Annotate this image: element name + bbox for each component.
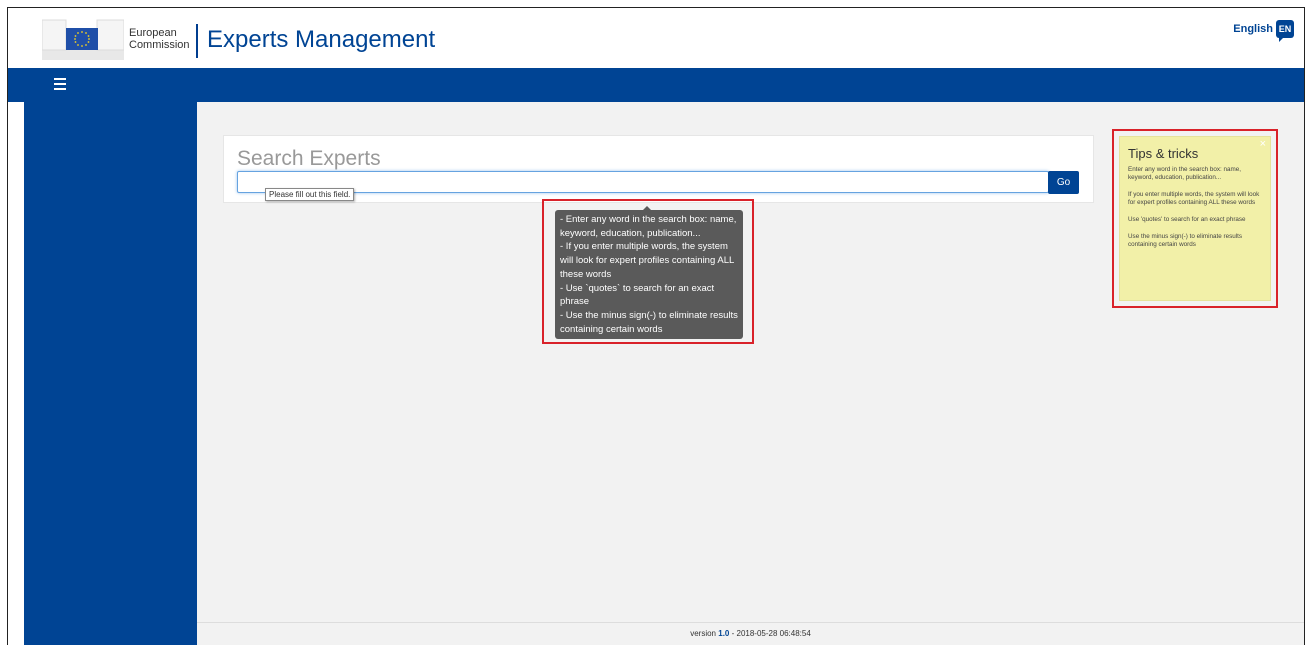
language-selector[interactable]: English EN [1233, 20, 1294, 42]
organisation-name: European Commission [129, 27, 190, 51]
language-label[interactable]: English [1233, 23, 1273, 35]
tips-item: Enter any word in the search box: name, … [1128, 166, 1242, 181]
european-commission-logo-icon [42, 19, 124, 60]
logo-line-2: Commission [129, 39, 190, 51]
search-title: Search Experts [237, 147, 381, 170]
search-help-tooltip: - Enter any word in the search box: name… [555, 205, 743, 340]
tooltip-line: - Use `quotes` to search for an exact ph… [560, 282, 715, 308]
footer-prefix: version [690, 629, 717, 638]
validation-tooltip: Please fill out this field. [265, 188, 355, 201]
tips-panel: × Tips & tricks Enter any word in the se… [1119, 136, 1271, 301]
close-icon[interactable]: × [1260, 138, 1266, 150]
app-title: Experts Management [207, 26, 436, 53]
tips-highlight: × Tips & tricks Enter any word in the se… [1112, 129, 1278, 308]
tooltip-line: - If you enter multiple words, the syste… [560, 241, 734, 280]
header: European Commission Experts Management E… [8, 8, 1304, 68]
tips-title: Tips & tricks [1128, 146, 1199, 161]
tooltip-highlight: - Enter any word in the search box: name… [542, 199, 754, 344]
footer-timestamp: - 2018-05-28 06:48:54 [731, 629, 811, 638]
app-window: European Commission Experts Management E… [7, 7, 1305, 645]
main-content: Search Experts Go Please fill out this f… [197, 102, 1304, 645]
tooltip-line: - Use the minus sign(-) to eliminate res… [560, 309, 738, 335]
tips-item: Use the minus sign(-) to eliminate resul… [1128, 233, 1243, 248]
version-number: 1.0 [718, 629, 730, 638]
tooltip-line: - Enter any word in the search box: name… [560, 214, 737, 239]
hamburger-menu-icon[interactable] [54, 78, 66, 90]
go-button[interactable]: Go [1048, 171, 1079, 194]
footer: version 1.0 - 2018-05-28 06:48:54 [197, 622, 1304, 645]
sidebar [24, 102, 197, 645]
search-input[interactable] [237, 171, 1049, 193]
tips-item: Use 'quotes' to search for an exact phra… [1128, 216, 1246, 223]
logo-divider [196, 24, 198, 58]
tips-item: If you enter multiple words, the system … [1128, 191, 1260, 206]
language-badge[interactable]: EN [1276, 20, 1294, 42]
top-navbar [8, 68, 1304, 102]
logo-line-1: European [129, 27, 177, 39]
